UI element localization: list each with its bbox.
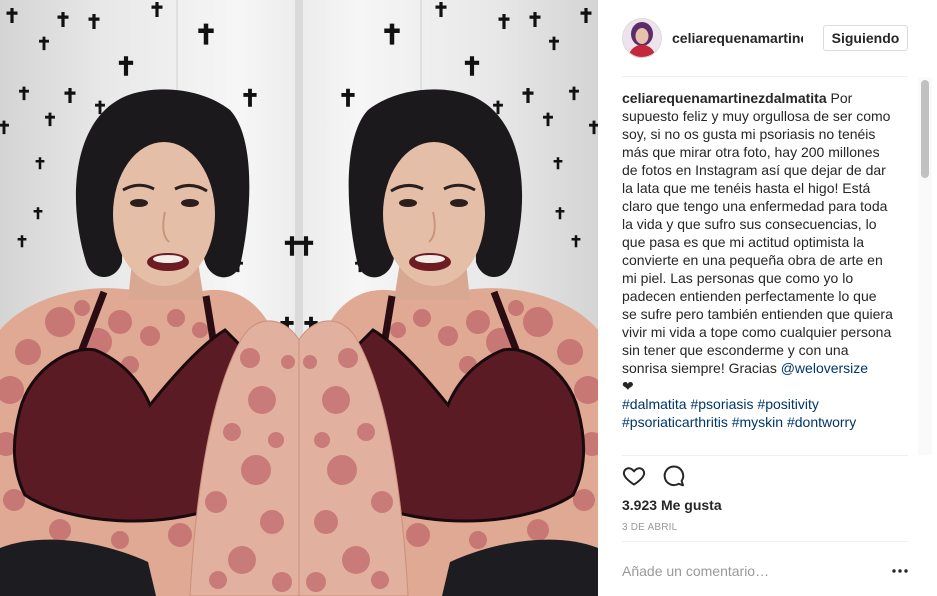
hashtag-link[interactable]: #psoriasis (690, 396, 753, 412)
avatar-image (622, 18, 662, 58)
like-button[interactable] (622, 464, 646, 488)
hashtag-link[interactable]: #dalmatita (622, 396, 687, 412)
more-options-button[interactable] (891, 565, 909, 577)
hashtag-link[interactable]: #psoriaticarthritis (622, 414, 728, 430)
comment-divider (622, 541, 908, 542)
hashtag-link[interactable]: #positivity (757, 396, 818, 412)
post-details-panel: celiarequenamartinezdalmatita Siguiendo … (598, 0, 937, 596)
caption-mention[interactable]: @weloversize (781, 360, 868, 376)
heart-outline-icon (622, 467, 646, 486)
like-count-number: 3.923 (622, 497, 658, 513)
header-username[interactable]: celiarequenamartinezdalmatita (672, 29, 803, 47)
post-caption: celiarequenamartinezdalmatita Por supues… (622, 89, 895, 431)
following-button[interactable]: Siguiendo (823, 25, 908, 51)
caption-text: Por supuesto feliz y muy orgullosa de se… (622, 90, 893, 376)
hashtag-link[interactable]: #dontworry (787, 414, 856, 430)
caption-username[interactable]: celiarequenamartinezdalmatita (622, 90, 827, 106)
more-options-icon (892, 569, 908, 573)
like-count[interactable]: 3.923 Me gusta (622, 496, 722, 514)
comments-list[interactable]: celiarequenamartinezdalmatita Por supues… (598, 77, 937, 455)
comment-button[interactable] (662, 464, 686, 488)
actions-divider (622, 455, 908, 456)
comment-input[interactable] (622, 559, 872, 583)
caption-heart-emoji: ❤ (622, 378, 634, 394)
post-photo[interactable] (0, 0, 598, 596)
post-date: 3 DE ABRIL (622, 522, 678, 533)
comment-bubble-icon (663, 465, 685, 487)
profile-avatar[interactable] (622, 18, 662, 58)
comments-scrollbar[interactable] (918, 77, 932, 455)
like-count-label: Me gusta (660, 497, 722, 513)
comments-scrollbar-thumb[interactable] (921, 80, 929, 178)
hashtag-link[interactable]: #myskin (732, 414, 783, 430)
post-photo-illustration (0, 0, 598, 596)
